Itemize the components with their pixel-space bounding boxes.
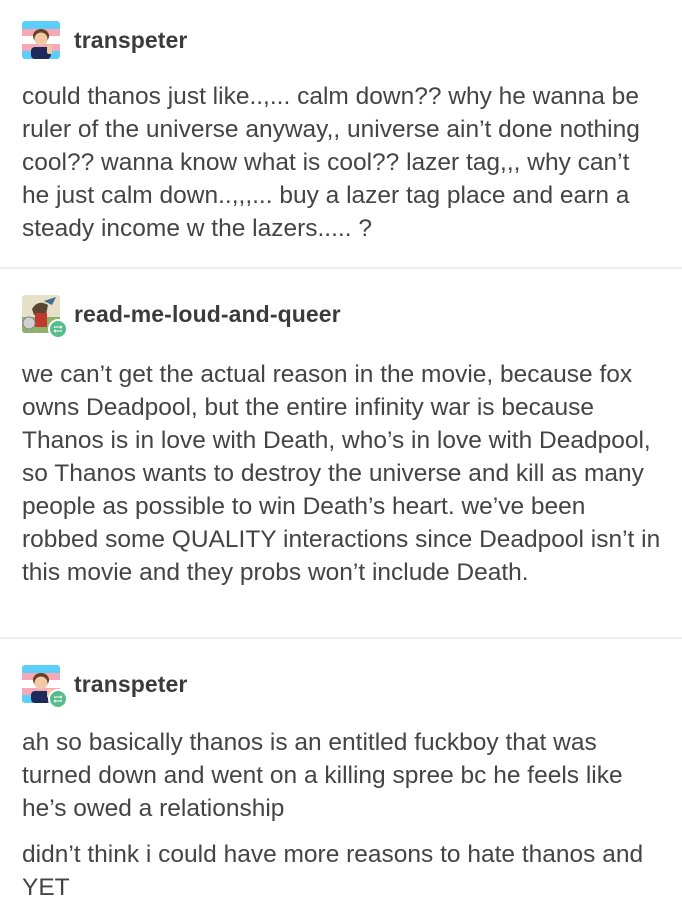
post-header: transpeter [22, 20, 187, 60]
avatar-read-me-loud-and-queer-icon[interactable] [22, 295, 68, 339]
post-body-text: we can’t get the actual reason in the mo… [22, 361, 661, 586]
post-body-text: could thanos just like..,... calm down??… [22, 83, 640, 242]
reblog-icon [48, 689, 68, 709]
reblog-icon [48, 319, 68, 339]
post-reblog: transpeter ah so basically thanos is an … [0, 638, 682, 917]
post-reblog: read-me-loud-and-queer we can’t get the … [0, 268, 682, 638]
post-body-text: didn’t think i could have more reasons t… [22, 841, 644, 901]
username[interactable]: transpeter [74, 27, 187, 54]
avatar-transpeter-icon[interactable] [22, 21, 60, 59]
post-original: transpeter could thanos just like..,... … [0, 0, 682, 268]
post-header: transpeter [22, 664, 187, 709]
post-body-text: ah so basically thanos is an entitled fu… [22, 729, 623, 822]
post-header: read-me-loud-and-queer [22, 294, 341, 339]
avatar-transpeter-icon[interactable] [22, 665, 68, 709]
username[interactable]: transpeter [74, 671, 187, 698]
username[interactable]: read-me-loud-and-queer [74, 301, 341, 328]
